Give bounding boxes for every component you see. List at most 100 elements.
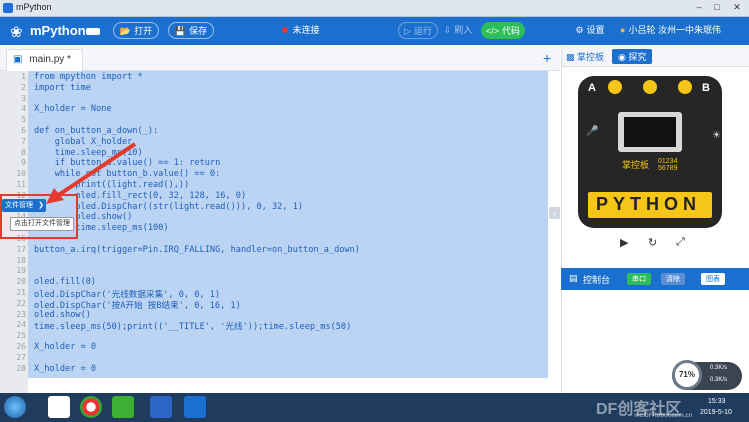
- code-line: import time: [34, 82, 91, 93]
- rgb-led-icon: [678, 80, 692, 94]
- device-panel-tabs: ▩ 掌控板 ◉ 探究: [562, 46, 749, 67]
- wechat-icon[interactable]: [112, 396, 134, 418]
- explore-icon: ◉: [618, 52, 626, 62]
- run-button[interactable]: ▷ 运行: [398, 22, 438, 39]
- code-editor-empty[interactable]: [28, 378, 548, 393]
- line-number: 23: [16, 309, 26, 319]
- avatar-icon: ●: [620, 25, 626, 35]
- folder-icon: 📂: [119, 26, 132, 36]
- tab-main-py[interactable]: ▣ main.py * ×: [6, 49, 83, 85]
- line-number: 3: [21, 93, 26, 103]
- line-number: 22: [16, 298, 26, 308]
- line-number: 11: [16, 180, 26, 189]
- panel-toggle-arrow[interactable]: ›: [549, 207, 560, 219]
- board-serial: 01234 56789: [658, 158, 678, 172]
- network-widget: 71% 0.3K/s 0.3K/s: [672, 360, 742, 390]
- version-badge: [86, 28, 100, 35]
- line-number: 10: [16, 169, 26, 179]
- window-title: mPython: [16, 2, 52, 12]
- chart-button[interactable]: 图表: [701, 273, 725, 285]
- board-button-a[interactable]: A: [588, 82, 596, 94]
- mpython-taskbar-icon[interactable]: [184, 396, 206, 418]
- save-icon: 💾: [174, 26, 187, 36]
- line-number: 8: [21, 147, 26, 157]
- settings-button[interactable]: ⚙ 设置: [568, 22, 612, 39]
- play-button[interactable]: ▶: [620, 236, 628, 249]
- clock-time: 15:33: [708, 398, 726, 405]
- main-toolbar: ❀ mPython 📂 打开 💾 保存 未连接 ▷ 运行 ⇩ 刷入 </> 代码 ⚙ 设置 …: [0, 17, 749, 45]
- oled-screen: [618, 112, 682, 152]
- line-number: 7: [21, 136, 26, 146]
- code-line: button_a.irq(trigger=Pin.IRQ_FALLING, ha…: [34, 244, 360, 255]
- windows-taskbar: DF创客社区 mc.DFRobot.com.cn 15:33 2019-5-10: [0, 393, 749, 422]
- line-number: 20: [16, 277, 26, 287]
- editor-tab-bar: ▣ main.py * × +: [0, 46, 560, 85]
- chrome-icon[interactable]: [80, 396, 102, 418]
- console-header: ▤ 控制台 串口 清除 图表: [561, 268, 749, 290]
- device-panel: ▩ 掌控板 ◉ 探究 A B 🎤 ☀ 掌控板 01234 56789 PYTHO…: [561, 46, 749, 268]
- console-title: 控制台: [583, 275, 611, 285]
- line-number: 1: [21, 72, 26, 81]
- code-icon: </>: [485, 26, 499, 36]
- save-button[interactable]: 💾 保存: [168, 22, 214, 39]
- line-number: 27: [16, 352, 26, 362]
- code-line: oled.fill(0): [34, 277, 97, 288]
- code-line: from mpython import *: [34, 72, 143, 82]
- chip-icon: ▩: [566, 52, 575, 62]
- window-title-bar: mPython – □ ✕: [0, 0, 749, 17]
- line-number: 21: [16, 288, 26, 297]
- code-line: X_holder = 0: [34, 363, 97, 374]
- add-tab-button[interactable]: +: [543, 50, 551, 66]
- clear-button[interactable]: 清除: [661, 273, 685, 285]
- line-number: 4: [21, 104, 26, 114]
- app-icon: [3, 3, 13, 13]
- flash-button[interactable]: ⇩ 刷入: [440, 22, 476, 39]
- gear-icon: ⚙: [575, 25, 584, 35]
- line-number: 28: [16, 363, 26, 373]
- line-number: 19: [16, 266, 26, 276]
- code-line: time.sleep_ms(50);print(('__TITLE', '光线'…: [34, 322, 352, 333]
- close-button[interactable]: ✕: [728, 2, 746, 13]
- status-dot-icon: [282, 27, 289, 33]
- line-number: 9: [21, 158, 26, 168]
- fullscreen-icon[interactable]: ⤢: [676, 236, 685, 249]
- code-line: X_holder = None: [34, 104, 112, 115]
- net-down: 0.3K/s: [710, 377, 728, 383]
- minimize-button[interactable]: –: [690, 2, 708, 13]
- user-menu[interactable]: ● 小吕轮 汝州一中朱珉伟: [620, 22, 746, 39]
- line-number: 25: [16, 331, 26, 341]
- microphone-icon: 🎤: [586, 126, 599, 137]
- board-logo-text: PYTHON: [596, 194, 702, 214]
- console-output[interactable]: 71% 0.3K/s 0.3K/s: [561, 290, 749, 393]
- board-image: A B 🎤 ☀ 掌控板 01234 56789 PYTHON: [578, 76, 722, 228]
- line-number: 26: [16, 342, 26, 351]
- board-button-b[interactable]: B: [702, 82, 710, 94]
- reset-icon[interactable]: ↻: [648, 236, 657, 249]
- code-line: def on_button_a_down(_):: [34, 126, 159, 136]
- line-number: 2: [21, 82, 26, 92]
- app-name: mPython: [30, 23, 86, 38]
- wps-icon[interactable]: [150, 396, 172, 418]
- line-number: 17: [16, 244, 26, 254]
- board-label: 掌控板: [622, 160, 650, 170]
- annotation-arrow: [46, 142, 137, 204]
- start-button[interactable]: [4, 396, 26, 418]
- console-icon: ▤: [569, 273, 578, 283]
- code-line: X_holder = 0: [34, 342, 97, 352]
- download-icon: ⇩: [443, 25, 452, 35]
- rgb-led-icon: [643, 80, 657, 94]
- panda-app-icon[interactable]: [48, 396, 70, 418]
- maximize-button[interactable]: □: [708, 2, 726, 13]
- line-number: 5: [21, 115, 26, 125]
- serial-button[interactable]: 串口: [627, 273, 651, 285]
- rgb-led-icon: [608, 80, 622, 94]
- tab-controller[interactable]: ▩ 掌控板: [566, 50, 604, 63]
- clock-date: 2019-5-10: [700, 409, 732, 416]
- connection-status[interactable]: 未连接: [267, 22, 335, 39]
- code-button[interactable]: </> 代码: [481, 22, 525, 39]
- watermark-url: mc.DFRobot.com.cn: [634, 413, 693, 419]
- open-button[interactable]: 📂 打开: [113, 22, 159, 39]
- logo-icon: ❀: [10, 24, 23, 41]
- tab-explore[interactable]: ◉ 探究: [612, 49, 653, 64]
- net-up: 0.3K/s: [710, 365, 728, 371]
